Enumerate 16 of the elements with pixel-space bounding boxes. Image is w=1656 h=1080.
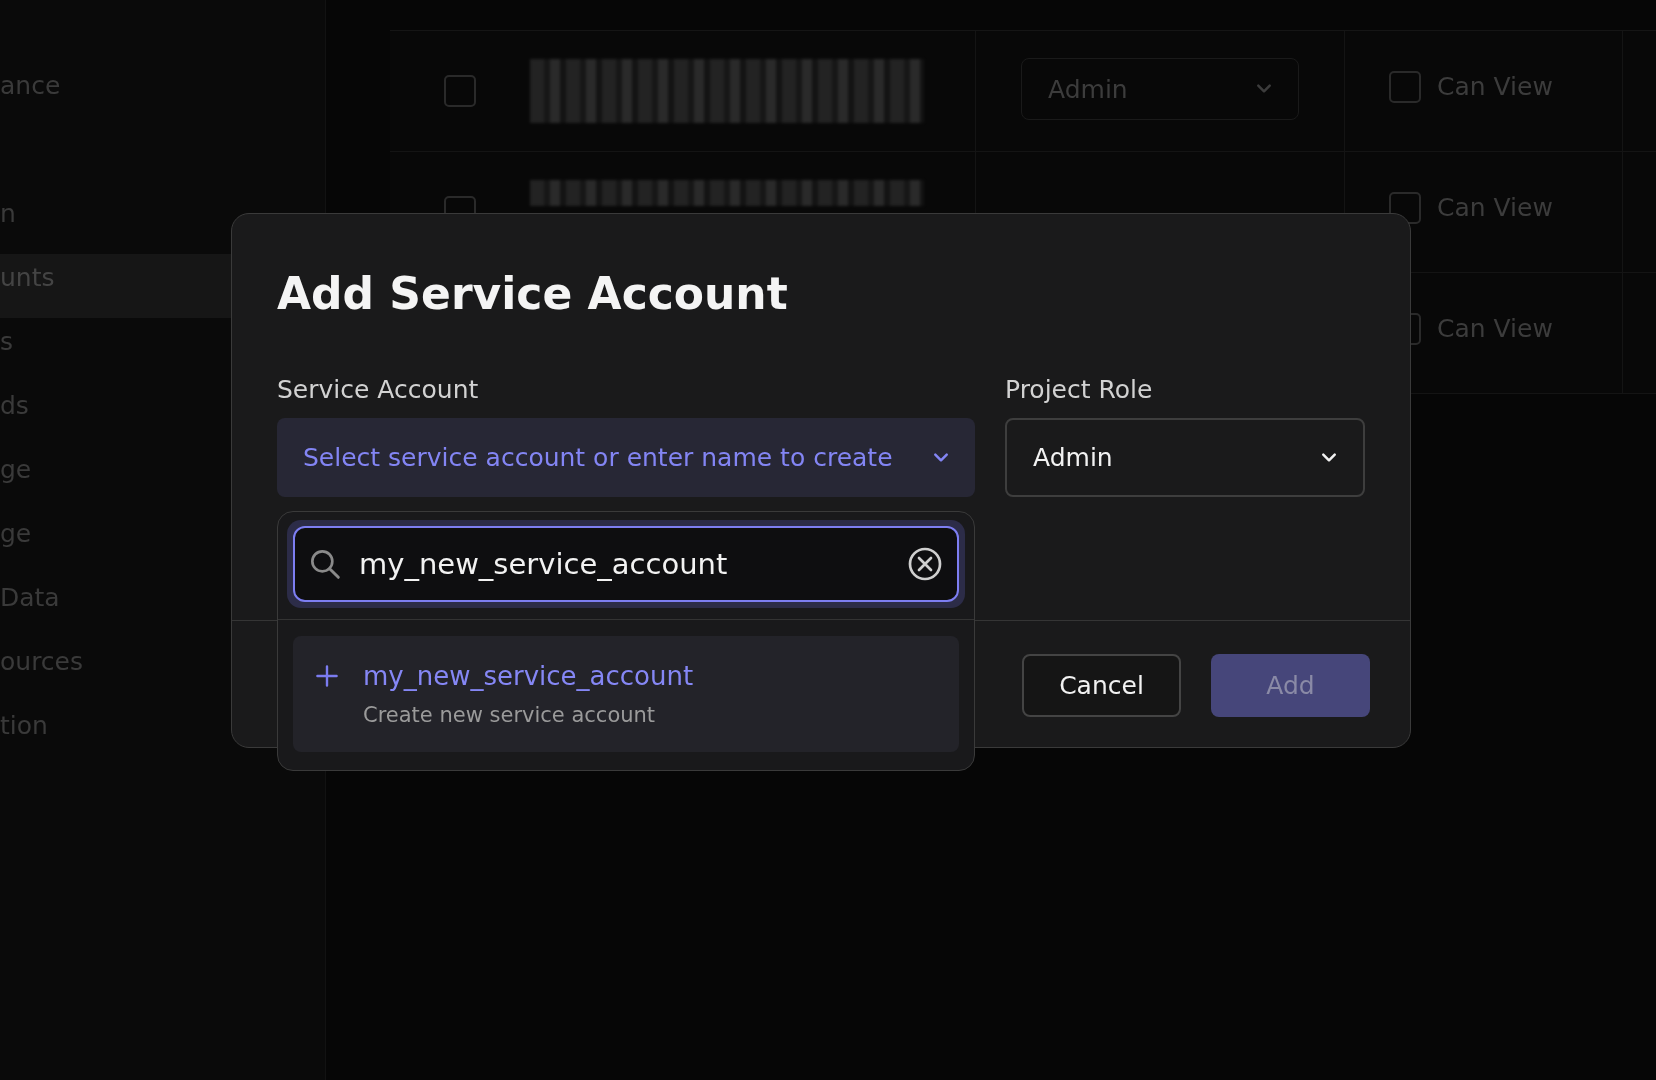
chevron-down-icon — [1321, 451, 1337, 464]
plus-icon — [315, 664, 339, 688]
search-icon — [309, 548, 341, 580]
project-role-dropdown[interactable]: Admin — [1005, 418, 1365, 497]
field-label: Service Account — [277, 374, 480, 406]
clear-icon[interactable] — [907, 546, 943, 582]
chevron-down-icon — [933, 451, 949, 464]
cancel-button[interactable]: Cancel — [1022, 654, 1181, 717]
field-label: Project Role — [1005, 374, 1154, 406]
checkbox[interactable] — [444, 75, 476, 107]
search-field[interactable]: my_new_service_account — [293, 526, 959, 602]
chevron-down-icon — [1256, 83, 1272, 95]
service-account-dropdown[interactable]: Select service account or enter name to create — [277, 418, 975, 497]
dropdown-option[interactable]: my_new_service_account Create new service account — [293, 636, 959, 752]
option-description: Create new service account — [363, 702, 657, 729]
checkbox[interactable] — [1389, 71, 1421, 103]
